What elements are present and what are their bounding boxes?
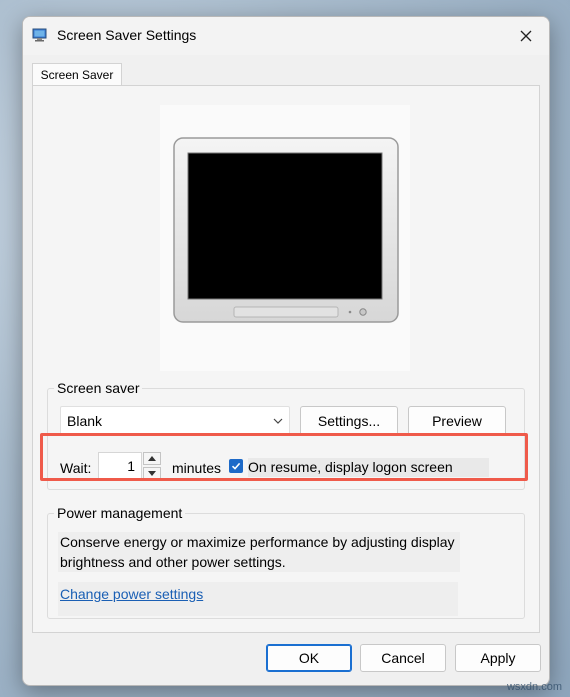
screen-saver-dialog: Screen Saver Settings Screen Saver Scree… — [22, 16, 550, 686]
settings-button[interactable]: Settings... — [300, 406, 398, 436]
power-link-container: Change power settings — [58, 582, 458, 616]
chevron-down-icon — [273, 418, 283, 424]
window-title: Screen Saver Settings — [57, 27, 197, 43]
close-icon — [520, 30, 532, 42]
screen-saver-select[interactable]: Blank — [60, 406, 290, 436]
close-button[interactable] — [509, 21, 543, 51]
spin-down-button[interactable] — [143, 467, 161, 480]
resume-logon-label[interactable]: On resume, display logon screen — [248, 458, 489, 477]
screen-saver-preview-area — [160, 105, 410, 371]
screen-saver-group-label: Screen saver — [54, 380, 143, 396]
minutes-label: minutes — [172, 460, 222, 476]
resume-logon-checkbox[interactable] — [229, 459, 243, 473]
preview-button[interactable]: Preview — [408, 406, 506, 436]
power-management-group: Power management Conserve energy or maxi… — [47, 505, 525, 619]
apply-button[interactable]: Apply — [455, 644, 541, 672]
wait-label: Wait: — [60, 460, 92, 476]
screen-saver-app-icon — [32, 28, 47, 42]
title-bar[interactable]: Screen Saver Settings — [23, 17, 549, 55]
cancel-button[interactable]: Cancel — [360, 644, 446, 672]
wait-minutes-input[interactable]: 1 — [98, 452, 142, 480]
watermark: wsxdn.com — [506, 681, 562, 693]
screen-saver-group: Screen saver Blank Settings... Preview W… — [47, 380, 525, 490]
change-power-settings-link[interactable]: Change power settings — [60, 586, 203, 602]
ok-button[interactable]: OK — [266, 644, 352, 672]
power-management-group-label: Power management — [54, 505, 186, 521]
spin-up-button[interactable] — [143, 452, 161, 465]
screen-saver-tab-panel: Screen saver Blank Settings... Preview W… — [32, 85, 540, 633]
tab-screen-saver[interactable]: Screen Saver — [32, 63, 122, 86]
caret-up-icon — [148, 456, 156, 461]
caret-down-icon — [148, 471, 156, 476]
screen-saver-selected-value: Blank — [67, 413, 103, 429]
power-management-description: Conserve energy or maximize performance … — [58, 532, 460, 572]
wait-minutes-spinner — [143, 452, 161, 480]
monitor-preview-icon — [173, 137, 399, 323]
checkmark-icon — [231, 462, 241, 470]
